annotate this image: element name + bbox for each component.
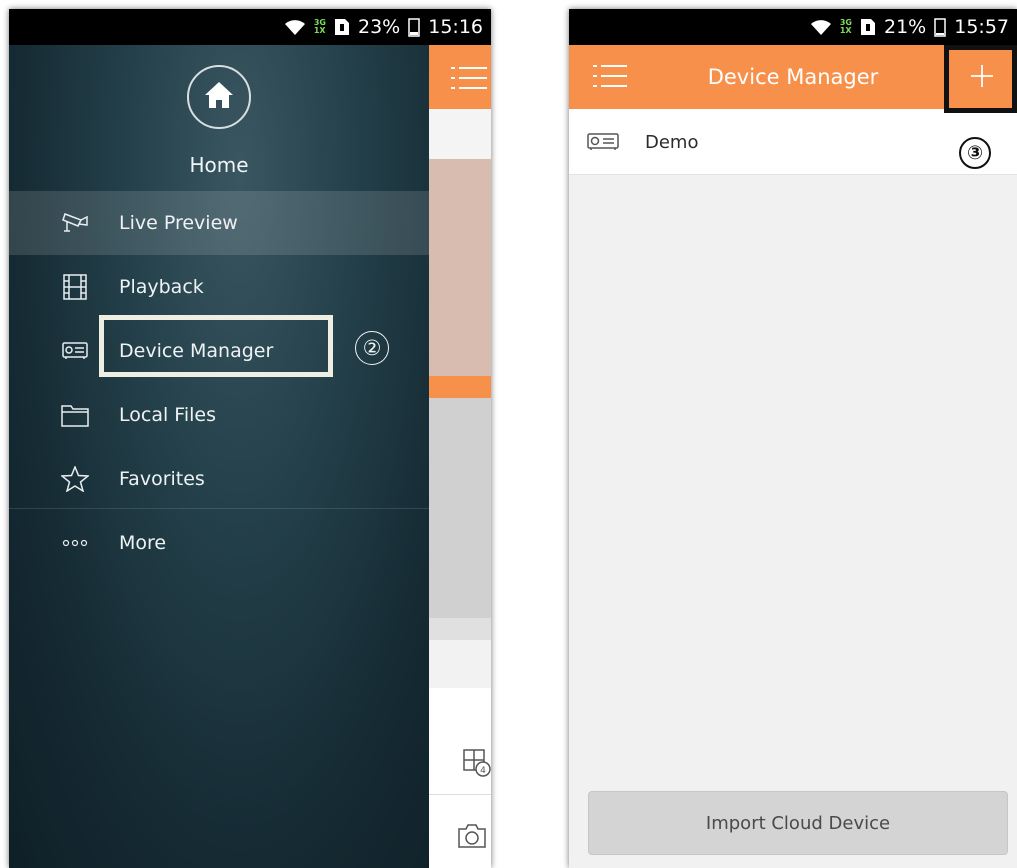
wifi-icon bbox=[810, 18, 832, 36]
clock: 15:57 bbox=[954, 16, 1009, 38]
sim-icon bbox=[334, 18, 350, 36]
device-name: Demo bbox=[645, 132, 699, 153]
battery-icon bbox=[408, 17, 420, 37]
phone-screenshot-right: 3G 1X 21% 15:57 Device Manager Demo ③ Im… bbox=[569, 9, 1017, 868]
phone-screenshot-left: 3G 1X 23% 15:16 4 Home Live Preview Play… bbox=[9, 9, 491, 868]
background-app-panel bbox=[429, 398, 491, 618]
background-app-panel bbox=[429, 640, 491, 688]
menu-item-more[interactable]: More bbox=[9, 511, 429, 575]
menu-item-favorites[interactable]: Favorites bbox=[9, 447, 429, 511]
list-item[interactable]: Demo bbox=[569, 109, 1017, 175]
step-callout-3: ③ bbox=[959, 137, 991, 169]
sim-icon bbox=[860, 18, 876, 36]
divider bbox=[9, 508, 429, 509]
battery-icon bbox=[934, 17, 946, 37]
menu-item-label: More bbox=[119, 532, 167, 554]
snapshot-icon[interactable] bbox=[457, 823, 487, 853]
film-icon bbox=[61, 273, 89, 301]
dvr-icon bbox=[587, 133, 619, 155]
navigation-drawer: Home Live Preview Playback Device Manage… bbox=[9, 45, 429, 868]
annotation-highlight-box bbox=[944, 45, 1017, 113]
background-app-strip bbox=[429, 376, 491, 398]
status-bar: 3G 1X 23% 15:16 bbox=[9, 9, 491, 45]
wifi-icon bbox=[284, 18, 306, 36]
battery-percent: 21% bbox=[884, 16, 927, 38]
split-screen-icon[interactable]: 4 bbox=[463, 749, 491, 781]
folder-icon bbox=[61, 401, 89, 429]
network-indicator: 3G 1X bbox=[840, 19, 852, 35]
svg-text:4: 4 bbox=[480, 766, 486, 776]
menu-item-label: Live Preview bbox=[119, 212, 238, 234]
import-cloud-device-button[interactable]: Import Cloud Device bbox=[588, 791, 1008, 855]
home-label: Home bbox=[189, 153, 249, 177]
star-icon bbox=[61, 465, 89, 493]
step-callout-2: ② bbox=[355, 331, 389, 365]
home-icon bbox=[204, 81, 234, 113]
camera-icon bbox=[61, 209, 89, 237]
background-app-video-area bbox=[429, 159, 491, 376]
menu-item-playback[interactable]: Playback bbox=[9, 255, 429, 319]
more-dots-icon bbox=[61, 529, 89, 557]
menu-icon bbox=[451, 65, 487, 95]
menu-item-local-files[interactable]: Local Files bbox=[9, 383, 429, 447]
background-app-topbar bbox=[429, 45, 491, 109]
background-app-panel bbox=[429, 618, 491, 640]
dvr-icon bbox=[61, 337, 89, 365]
menu-item-label: Playback bbox=[119, 276, 204, 298]
menu-item-label: Favorites bbox=[119, 468, 205, 490]
annotation-highlight-box bbox=[99, 315, 333, 377]
network-1x-label: 1X bbox=[839, 26, 852, 35]
divider bbox=[429, 794, 491, 795]
home-button[interactable] bbox=[187, 65, 251, 129]
background-app-panel bbox=[429, 109, 491, 159]
network-1x-label: 1X bbox=[313, 26, 326, 35]
network-indicator: 3G 1X bbox=[314, 19, 326, 35]
menu-item-label: Local Files bbox=[119, 404, 216, 426]
clock: 15:16 bbox=[428, 16, 483, 38]
status-bar: 3G 1X 21% 15:57 bbox=[569, 9, 1017, 45]
battery-percent: 23% bbox=[358, 16, 401, 38]
menu-item-live-preview[interactable]: Live Preview bbox=[9, 191, 429, 255]
